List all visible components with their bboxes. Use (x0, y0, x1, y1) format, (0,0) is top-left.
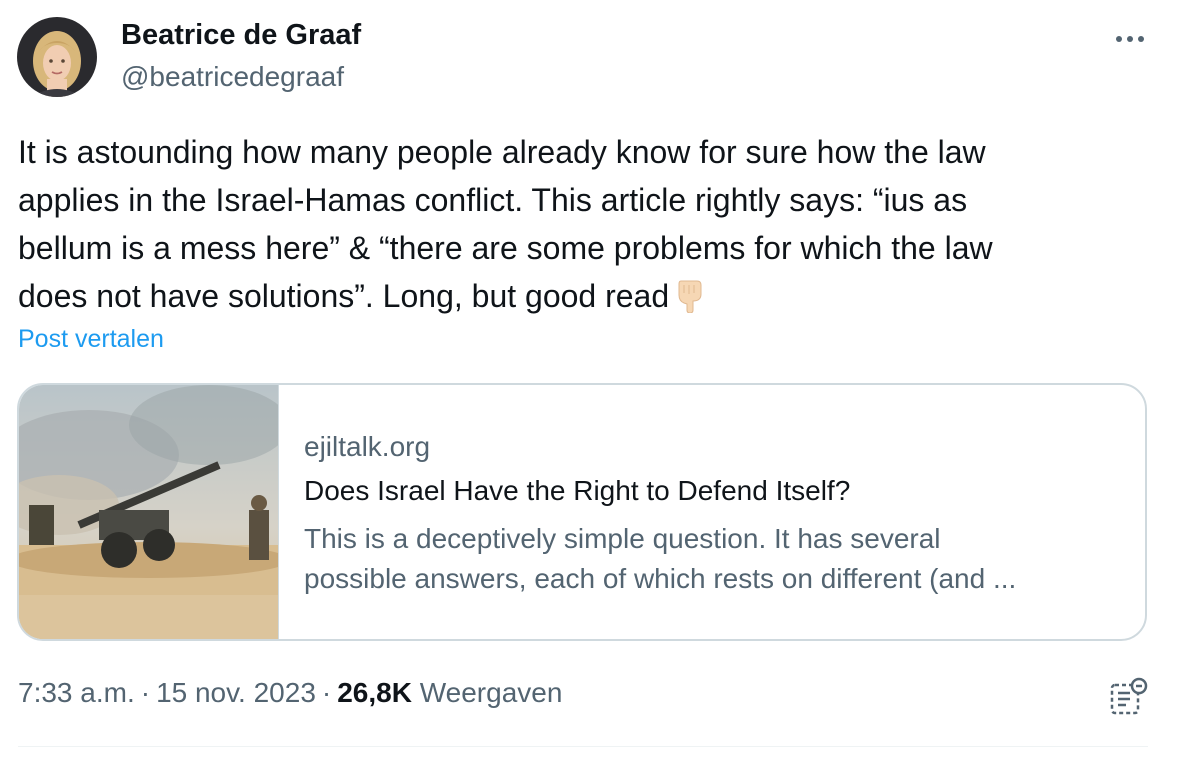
card-description-line: This is a deceptively simple question. I… (304, 523, 941, 554)
tweet-text-line: It is astounding how many people already… (18, 134, 986, 170)
author-display-name[interactable]: Beatrice de Graaf (121, 19, 361, 52)
tweet-text-line: bellum is a mess here” & “there are some… (18, 230, 993, 266)
author-handle[interactable]: @beatricedegraaf (121, 61, 344, 93)
analytics-button[interactable] (1108, 675, 1150, 717)
translate-post-link[interactable]: Post vertalen (18, 325, 164, 354)
card-thumbnail-image (19, 385, 289, 639)
avatar[interactable] (17, 17, 97, 97)
views-count: 26,8K (337, 677, 412, 708)
card-title: Does Israel Have the Right to Defend Its… (304, 475, 851, 506)
backhand-index-pointing-down-icon (675, 278, 705, 326)
card-description: This is a deceptively simple question. I… (304, 519, 1104, 599)
tweet-text-line: does not have solutions”. Long, but good… (18, 272, 1138, 326)
link-preview-card[interactable]: ejiltalk.org Does Israel Have the Right … (17, 383, 1147, 641)
card-domain: ejiltalk.org (304, 431, 431, 462)
tweet-text-line: applies in the Israel-Hamas conflict. Th… (18, 182, 968, 218)
divider (18, 746, 1148, 747)
tweet-text: It is astounding how many people already… (18, 128, 1138, 326)
tweet-time[interactable]: 7:33 a.m. (18, 677, 135, 708)
tweet-text-line-content: does not have solutions”. Long, but good… (18, 278, 670, 314)
more-options-button[interactable] (1108, 24, 1152, 54)
avatar-image (17, 17, 97, 97)
more-horizontal-icon (1116, 36, 1144, 42)
card-description-line: possible answers, each of which rests on… (304, 563, 1017, 594)
meta-separator: · (321, 677, 332, 708)
views-label: Weergaven (419, 677, 563, 708)
meta-separator: · (140, 677, 151, 708)
card-body: ejiltalk.org Does Israel Have the Right … (304, 431, 1124, 599)
tweet-date[interactable]: 15 nov. 2023 (156, 677, 316, 708)
tweet-meta: 7:33 a.m. · 15 nov. 2023 · 26,8K Weergaven (18, 677, 562, 709)
analytics-icon (1110, 677, 1148, 715)
